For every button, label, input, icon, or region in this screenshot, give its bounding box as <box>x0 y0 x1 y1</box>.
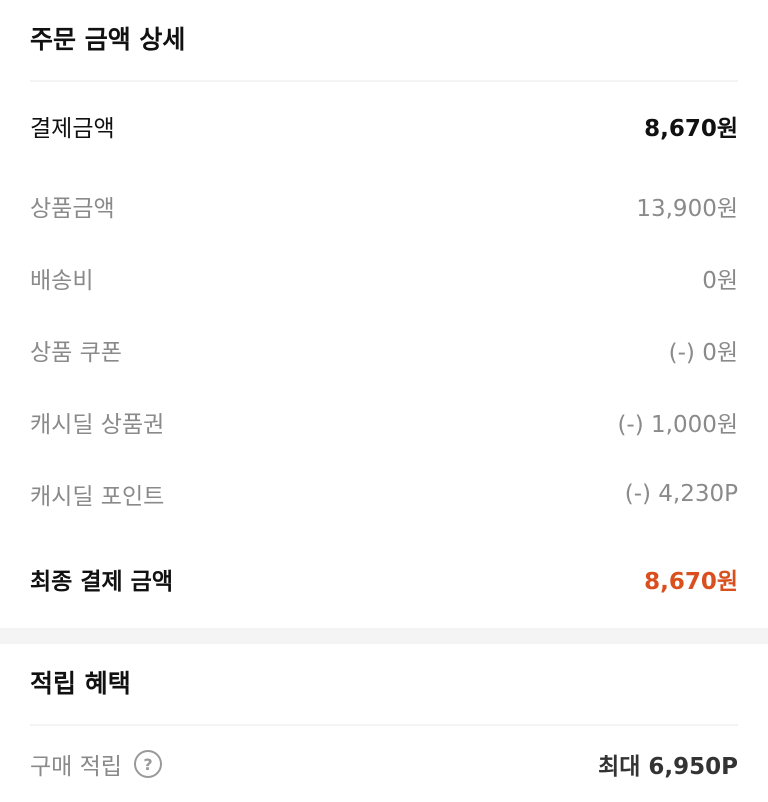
section-divider <box>0 628 768 644</box>
purchase-reward-label: 구매 적립 <box>30 754 122 780</box>
question-circle-icon[interactable]: ? <box>133 750 162 778</box>
product-amount-value: 13,900원 <box>636 196 738 222</box>
reward-title: 적립 혜택 <box>30 644 738 726</box>
gift-voucher-row: 캐시딜 상품권 (-) 1,000원 <box>30 386 738 458</box>
final-payment-value: 8,670원 <box>644 569 738 595</box>
points-row: 캐시딜 포인트 (-) 4,230P <box>30 458 738 530</box>
reward-section: 적립 혜택 구매 적립 ? 최대 6,950P <box>0 644 768 802</box>
product-amount-row: 상품금액 13,900원 <box>30 170 738 242</box>
points-label: 캐시딜 포인트 <box>30 484 165 510</box>
gift-voucher-value: (-) 1,000원 <box>617 412 738 438</box>
shipping-fee-row: 배송비 0원 <box>30 242 738 314</box>
shipping-fee-label: 배송비 <box>30 268 94 294</box>
shipping-fee-value: 0원 <box>702 268 738 294</box>
points-value: (-) 4,230P <box>624 481 738 507</box>
product-coupon-row: 상품 쿠폰 (-) 0원 <box>30 314 738 386</box>
purchase-reward-label-group: 구매 적립 ? <box>30 747 162 781</box>
gift-voucher-label: 캐시딜 상품권 <box>30 412 165 438</box>
product-coupon-value: (-) 0원 <box>668 340 738 366</box>
purchase-reward-row: 구매 적립 ? 최대 6,950P <box>30 726 738 802</box>
product-coupon-label: 상품 쿠폰 <box>30 340 122 366</box>
payment-amount-row: 결제금액 8,670원 <box>30 82 738 170</box>
payment-amount-value: 8,670원 <box>644 116 738 142</box>
final-payment-label: 최종 결제 금액 <box>30 569 173 595</box>
order-detail-section: 주문 금액 상세 결제금액 8,670원 상품금액 13,900원 배송비 0원… <box>0 0 768 628</box>
product-amount-label: 상품금액 <box>30 196 115 222</box>
final-payment-row: 최종 결제 금액 8,670원 <box>30 530 738 628</box>
order-detail-title: 주문 금액 상세 <box>30 0 738 82</box>
payment-amount-label: 결제금액 <box>30 116 115 142</box>
purchase-reward-value: 최대 6,950P <box>598 754 738 780</box>
